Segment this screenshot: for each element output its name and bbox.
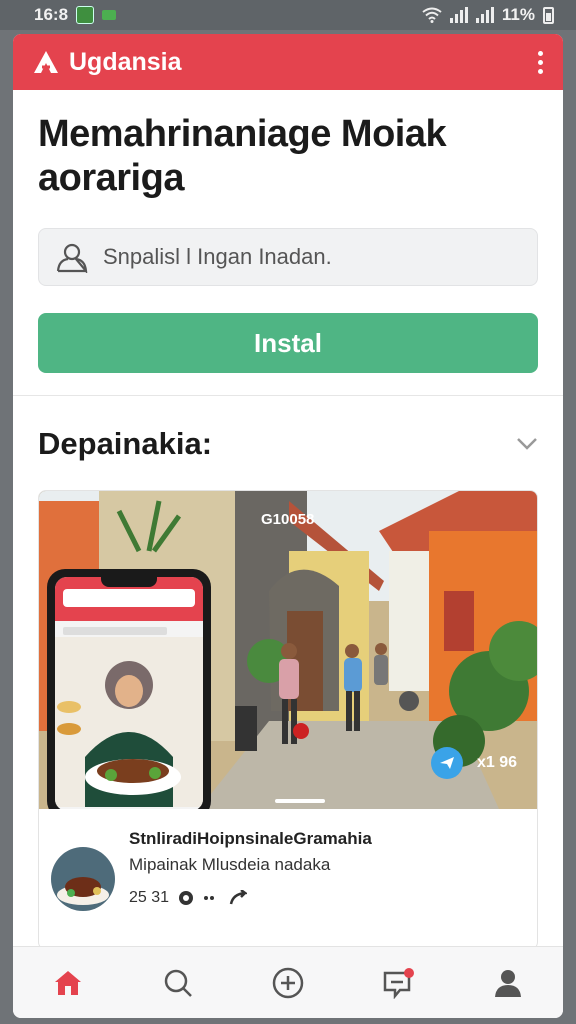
brand[interactable]: Ugdansia — [33, 48, 182, 77]
brand-name: Ugdansia — [69, 47, 182, 76]
plus-circle-icon — [272, 967, 304, 998]
post-title: StnliradiHoipnsinaleGramahia — [129, 829, 372, 848]
share-icon[interactable] — [229, 890, 248, 906]
battery-percent: 11% — [501, 5, 535, 24]
user-icon — [56, 243, 88, 273]
app-bar: Ugdansia — [13, 34, 563, 90]
search-placeholder: Snpalisl l Ingan Inadan. — [103, 244, 332, 269]
post-info[interactable]: StnliradiHoipnsinaleGramahia Mipainak Ml… — [39, 809, 537, 911]
tab-create[interactable] — [258, 953, 318, 1013]
phone-mockup — [47, 569, 211, 809]
send-icon[interactable] — [430, 747, 463, 779]
section-title: Depainakia: — [38, 426, 213, 461]
comment-icon[interactable] — [177, 889, 195, 907]
search-input[interactable]: Snpalisl l Ingan Inadan. — [38, 228, 538, 286]
logo-icon — [34, 51, 58, 73]
post-time: 25 31 — [129, 889, 170, 906]
tab-home[interactable] — [38, 953, 98, 1013]
message-icon — [383, 967, 414, 999]
cell-signal-icon — [449, 7, 468, 23]
search-icon — [164, 969, 192, 997]
media-actions: x1 96 — [430, 747, 517, 779]
post-subtitle: Mipainak Mlusdeia nadaka — [129, 855, 331, 874]
page-title: Memahrinaniage Moiak aorariga — [38, 113, 447, 199]
signal-notification-icon — [102, 10, 117, 20]
media-indicator — [275, 799, 325, 803]
app-notification-icon — [76, 6, 95, 24]
tab-profile[interactable] — [478, 953, 538, 1013]
status-bar: 16:8 11% — [0, 0, 576, 30]
media-counter: G10058 — [261, 511, 315, 528]
profile-icon — [495, 969, 521, 997]
more-horizontal-icon[interactable] — [203, 895, 221, 901]
food-photo-image — [55, 637, 203, 807]
media-stat: x1 96 — [476, 754, 517, 771]
app-screen: Ugdansia Memahrinaniage Moiak aorariga S… — [13, 34, 563, 1018]
tab-search[interactable] — [148, 953, 208, 1013]
feed-card[interactable]: G10058 x1 96 StnliradiHoipnsinaleGramahi… — [38, 490, 538, 950]
cell-signal-icon — [475, 7, 494, 23]
chevron-down-icon[interactable] — [516, 437, 538, 451]
feed-media[interactable]: G10058 x1 96 — [39, 491, 537, 809]
status-time: 16:8 — [34, 5, 69, 24]
avatar[interactable] — [51, 847, 115, 911]
install-button[interactable]: Instal — [38, 313, 538, 373]
more-vertical-icon[interactable] — [534, 47, 547, 78]
section-header: Depainakia: — [38, 426, 538, 462]
post-meta: 25 31 — [129, 889, 372, 907]
avatar-image — [51, 847, 115, 911]
wifi-icon — [422, 7, 442, 23]
battery-icon — [543, 6, 554, 24]
home-icon — [55, 970, 81, 995]
bottom-tab-bar — [13, 946, 563, 1018]
tab-messages[interactable] — [368, 953, 428, 1013]
divider — [13, 395, 563, 396]
